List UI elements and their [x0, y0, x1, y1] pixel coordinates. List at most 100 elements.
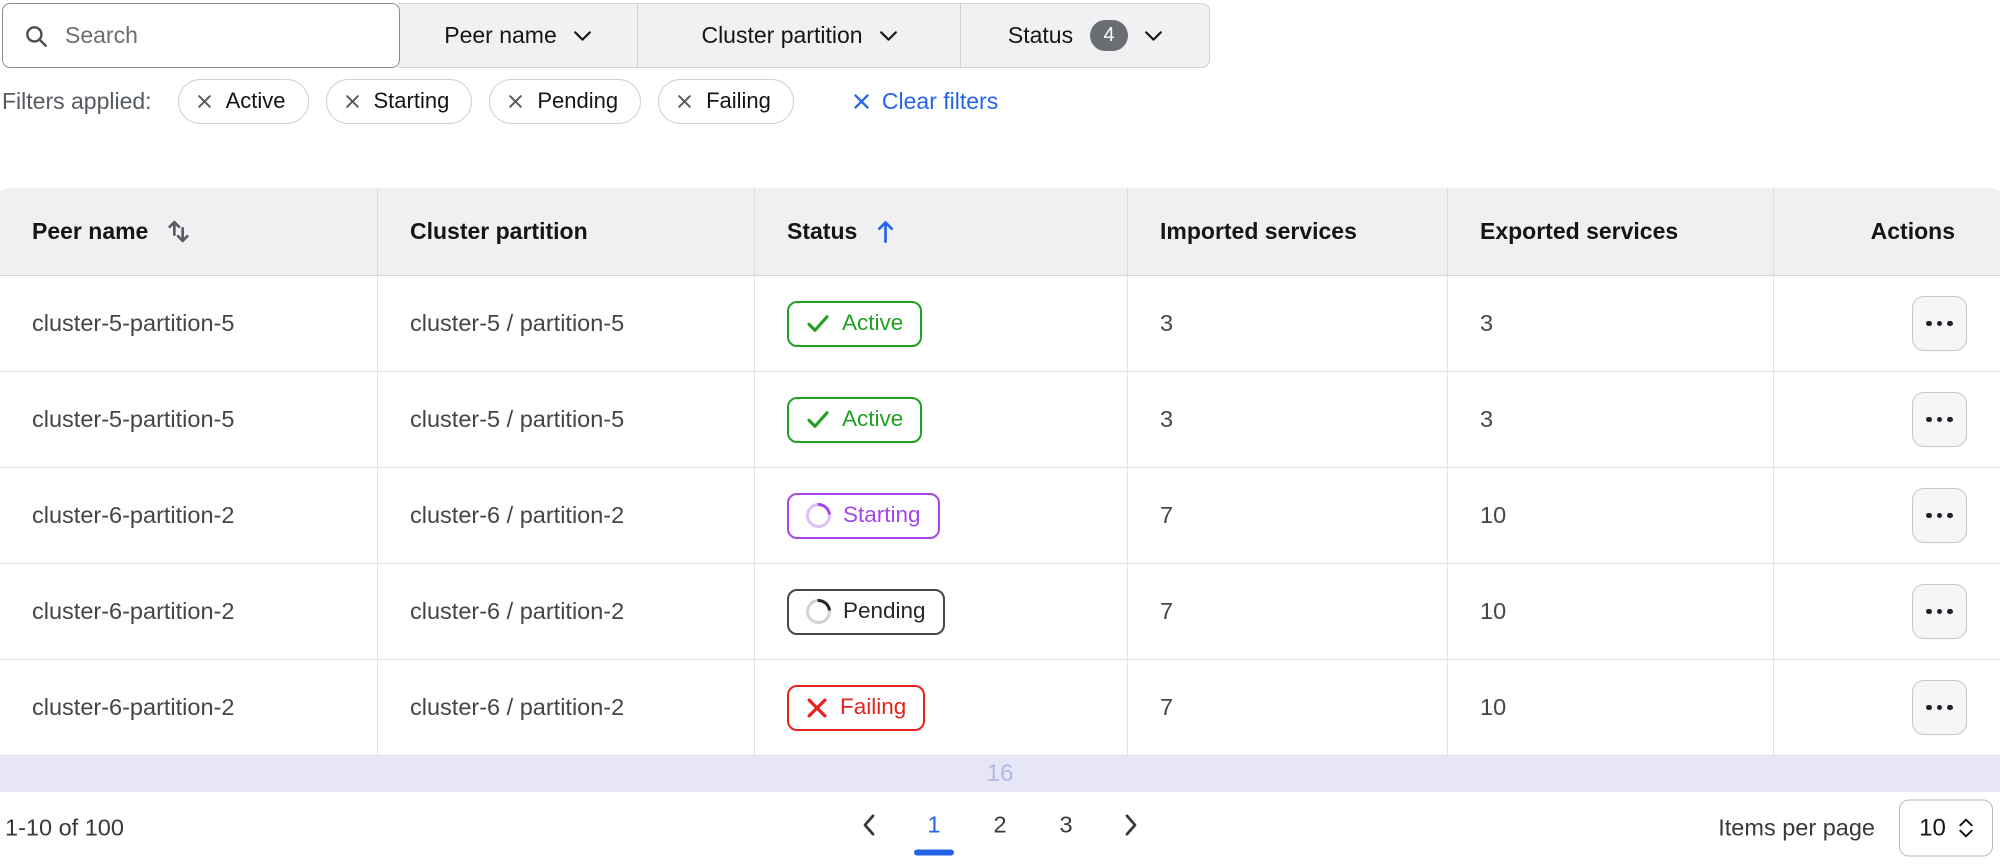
cell-exported-services: 10	[1448, 660, 1774, 755]
row-actions-button[interactable]	[1912, 392, 1967, 447]
cell-peer-name: cluster-5-partition-5	[0, 372, 378, 467]
filter-chip-pending[interactable]: Pending	[489, 78, 642, 124]
column-header-cluster-partition[interactable]: Cluster partition	[378, 188, 755, 275]
row-actions-button[interactable]	[1912, 584, 1967, 639]
filter-chip-starting[interactable]: Starting	[325, 78, 473, 124]
peers-table: Peer name Cluster partition Status Impor…	[0, 188, 2000, 792]
search-input[interactable]	[65, 22, 385, 49]
close-icon[interactable]	[197, 94, 212, 109]
status-badge-label: Active	[842, 406, 904, 432]
x-icon	[807, 697, 827, 718]
ellipsis-icon	[1926, 512, 1953, 519]
status-badge-failing: Failing	[787, 684, 926, 731]
toolbar: Peer name Cluster partition Status 4	[2, 3, 1210, 68]
items-per-page-label: Items per page	[1718, 814, 1875, 841]
cell-status: Active	[755, 276, 1128, 371]
cell-imported-services: 3	[1128, 372, 1448, 467]
close-icon[interactable]	[345, 94, 360, 109]
row-actions-button[interactable]	[1912, 680, 1967, 735]
page-button-1[interactable]: 1	[911, 802, 957, 856]
cell-exported-services: 10	[1448, 468, 1774, 563]
table-row: cluster-5-partition-5 cluster-5 / partit…	[0, 372, 2000, 468]
clear-filters-button[interactable]: Clear filters	[853, 88, 998, 115]
pagination-range: 1-10 of 100	[5, 814, 124, 841]
row-actions-button[interactable]	[1912, 488, 1967, 543]
items-per-page-select[interactable]: 10	[1899, 799, 1993, 857]
column-header-status[interactable]: Status	[755, 188, 1128, 275]
status-badge-label: Starting	[843, 502, 921, 528]
check-icon	[807, 315, 829, 332]
close-icon	[854, 93, 869, 109]
items-per-page-value: 10	[1919, 814, 1946, 841]
column-header-label: Cluster partition	[410, 218, 588, 244]
filter-dropdown-label: Status	[1007, 22, 1074, 48]
sort-both-icon[interactable]	[166, 217, 191, 246]
column-header-label: Actions	[1870, 218, 1955, 244]
row-actions-button[interactable]	[1912, 296, 1967, 351]
close-icon[interactable]	[677, 94, 692, 109]
cell-actions	[1774, 468, 2000, 563]
previous-page-button[interactable]	[847, 802, 891, 846]
column-header-exported-services[interactable]: Exported services	[1448, 188, 1774, 275]
filter-dropdown-cluster-partition[interactable]: Cluster partition	[638, 4, 961, 67]
clear-filters-label: Clear filters	[881, 87, 999, 114]
close-icon[interactable]	[508, 94, 523, 109]
column-header-actions: Actions	[1774, 188, 2000, 275]
status-badge-active: Active	[787, 396, 923, 443]
sort-ascending-icon[interactable]	[875, 218, 896, 245]
chevron-right-icon	[1125, 813, 1137, 836]
partial-row-text: 16	[986, 760, 1014, 787]
cell-peer-name: cluster-5-partition-5	[0, 276, 378, 371]
filter-chip-active[interactable]: Active	[177, 78, 309, 124]
status-badge-label: Failing	[840, 694, 907, 720]
cell-status: Starting	[755, 468, 1128, 563]
spinner-icon	[800, 497, 837, 534]
cell-imported-services: 7	[1128, 468, 1448, 563]
chevron-down-icon	[573, 30, 591, 41]
filters-applied-label: Filters applied:	[2, 87, 152, 114]
cell-peer-name: cluster-6-partition-2	[0, 468, 378, 563]
cell-status: Active	[755, 372, 1128, 467]
column-header-peer-name[interactable]: Peer name	[0, 188, 378, 275]
cell-cluster-partition: cluster-5 / partition-5	[378, 372, 755, 467]
table-row: cluster-6-partition-2 cluster-6 / partit…	[0, 660, 2000, 756]
chevron-left-icon	[863, 813, 875, 836]
filter-dropdown-label: Cluster partition	[701, 22, 863, 48]
pagination-bar: 1-10 of 100 1 2 3 Items per page 10	[0, 792, 2000, 864]
items-per-page: Items per page 10	[1718, 799, 1993, 857]
ellipsis-icon	[1926, 320, 1953, 327]
cell-cluster-partition: cluster-6 / partition-2	[378, 564, 755, 659]
cell-peer-name: cluster-6-partition-2	[0, 660, 378, 755]
table-row: cluster-5-partition-5 cluster-5 / partit…	[0, 276, 2000, 372]
check-icon	[807, 411, 829, 428]
filter-dropdown-group: Peer name Cluster partition Status 4	[398, 3, 1210, 68]
cell-exported-services: 10	[1448, 564, 1774, 659]
cell-imported-services: 7	[1128, 660, 1448, 755]
status-badge-label: Pending	[843, 598, 926, 624]
filter-dropdown-status[interactable]: Status 4	[961, 4, 1209, 67]
column-header-imported-services[interactable]: Imported services	[1128, 188, 1448, 275]
ellipsis-icon	[1926, 704, 1953, 711]
status-badge-starting: Starting	[787, 492, 940, 539]
column-header-label: Imported services	[1160, 218, 1357, 244]
filter-chip-failing[interactable]: Failing	[658, 78, 794, 124]
search-icon	[26, 25, 47, 47]
next-page-button[interactable]	[1109, 802, 1153, 846]
page-button-2[interactable]: 2	[977, 802, 1023, 846]
spinner-icon	[800, 593, 837, 630]
status-filter-count-badge: 4	[1090, 20, 1129, 51]
filter-dropdown-peer-name[interactable]: Peer name	[398, 4, 638, 67]
cell-cluster-partition: cluster-6 / partition-2	[378, 468, 755, 563]
cell-exported-services: 3	[1448, 372, 1774, 467]
chevron-down-icon	[1145, 30, 1162, 41]
filter-chip-label: Active	[225, 88, 286, 113]
pagination-pages: 1 2 3	[847, 802, 1153, 856]
table-row: cluster-6-partition-2 cluster-6 / partit…	[0, 468, 2000, 564]
cell-exported-services: 3	[1448, 276, 1774, 371]
filter-chip-label: Failing	[706, 88, 771, 113]
cell-peer-name: cluster-6-partition-2	[0, 564, 378, 659]
search-box[interactable]	[2, 3, 400, 68]
page-button-3[interactable]: 3	[1043, 802, 1089, 846]
cell-actions	[1774, 372, 2000, 467]
ellipsis-icon	[1926, 608, 1953, 615]
